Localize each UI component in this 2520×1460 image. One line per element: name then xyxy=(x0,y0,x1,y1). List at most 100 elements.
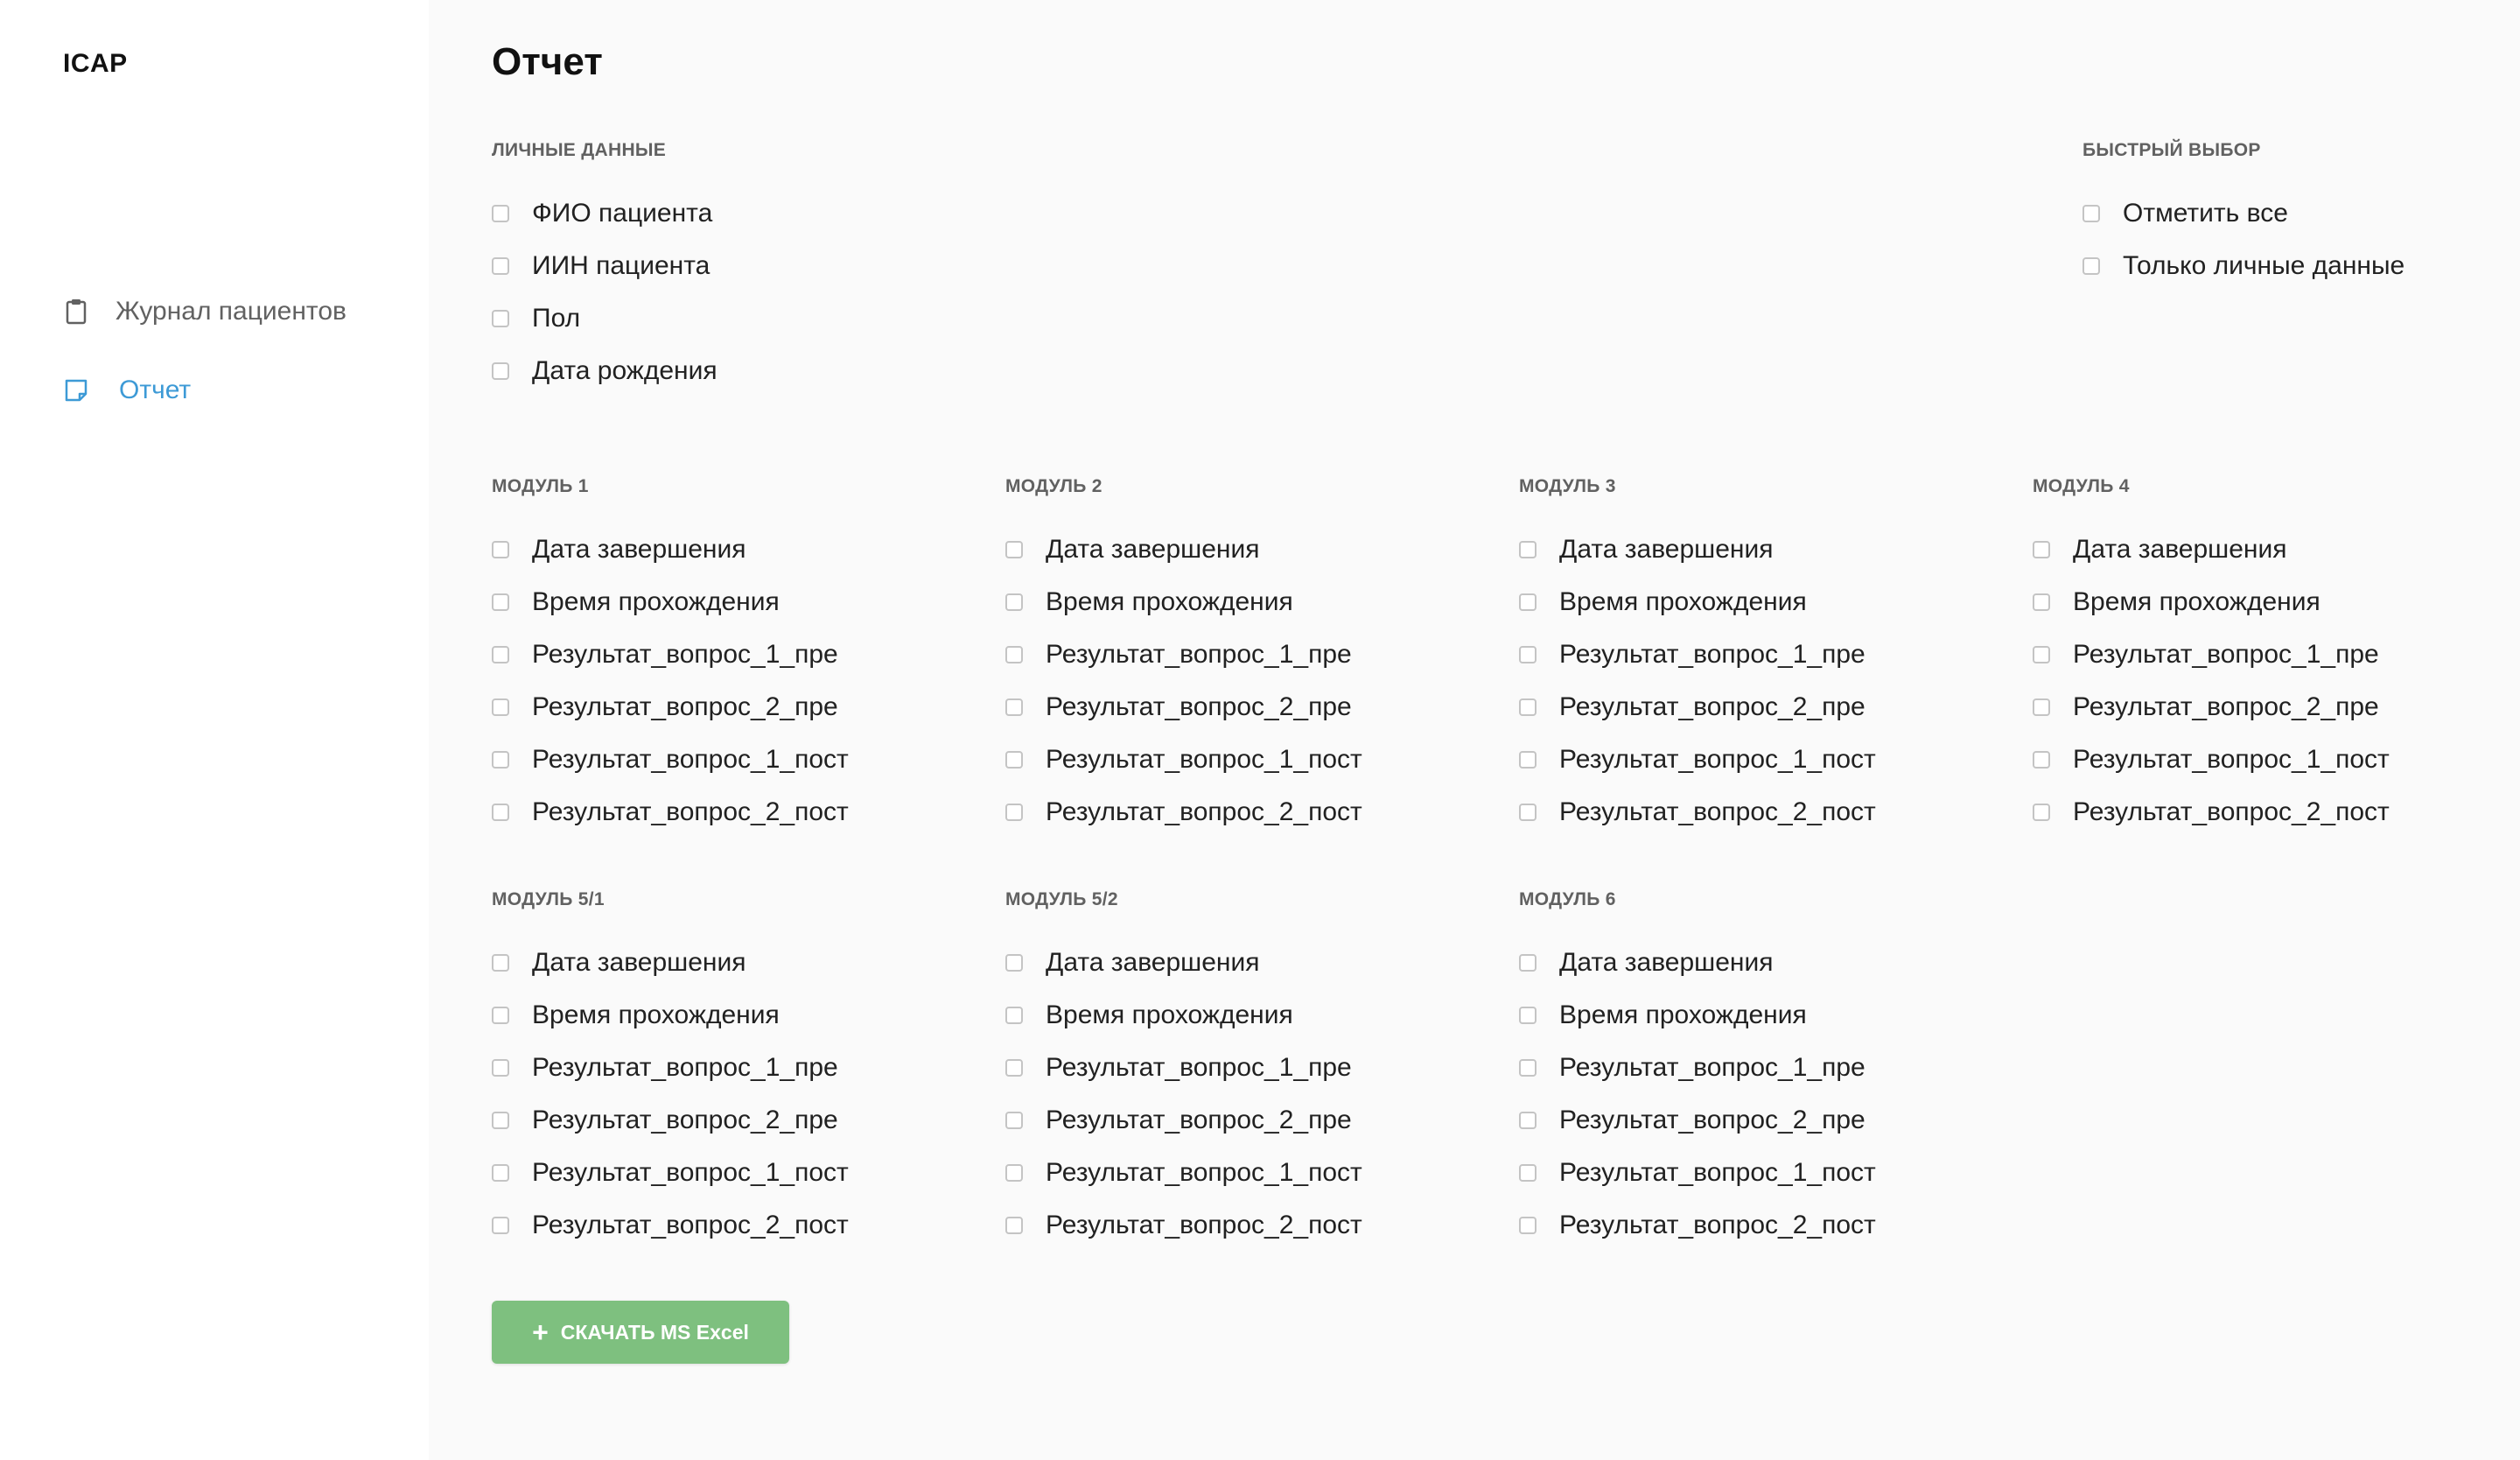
checkbox-row[interactable]: Результат_вопрос_1_пре xyxy=(492,1042,849,1094)
checkbox[interactable] xyxy=(2033,541,2050,558)
checkbox-row[interactable]: Дата завершения xyxy=(2033,523,2390,576)
checkbox[interactable] xyxy=(1005,1112,1023,1129)
checkbox-row[interactable]: Результат_вопрос_2_пост xyxy=(1005,1199,1362,1252)
checkbox[interactable] xyxy=(1519,541,1536,558)
checkbox[interactable] xyxy=(492,954,509,972)
checkbox-row[interactable]: Время прохождения xyxy=(2033,576,2390,628)
checkbox[interactable] xyxy=(492,751,509,769)
checkbox-row[interactable]: Результат_вопрос_1_пре xyxy=(1519,1042,1876,1094)
checkbox[interactable] xyxy=(1005,804,1023,821)
checkbox[interactable] xyxy=(1519,1164,1536,1182)
checkbox[interactable] xyxy=(2033,698,2050,716)
checkbox-row[interactable]: Результат_вопрос_1_пост xyxy=(1005,1147,1362,1199)
checkbox-row[interactable]: Результат_вопрос_1_пост xyxy=(2033,734,2390,786)
checkbox[interactable] xyxy=(1005,1007,1023,1024)
checkbox[interactable] xyxy=(492,1112,509,1129)
checkbox-row[interactable]: Результат_вопрос_2_пре xyxy=(1005,1094,1362,1147)
checkbox-row[interactable]: Результат_вопрос_2_пост xyxy=(492,1199,849,1252)
checkbox[interactable] xyxy=(1005,698,1023,716)
checkbox-row[interactable]: Результат_вопрос_2_пост xyxy=(1519,786,1876,839)
checkbox[interactable] xyxy=(1519,804,1536,821)
download-excel-button[interactable]: + СКАЧАТЬ MS Excel xyxy=(492,1301,789,1364)
checkbox-row[interactable]: Время прохождения xyxy=(1519,989,1876,1042)
checkbox[interactable] xyxy=(492,362,509,380)
checkbox-row[interactable]: Дата завершения xyxy=(492,523,849,576)
checkbox[interactable] xyxy=(1005,751,1023,769)
checkbox-row[interactable]: Результат_вопрос_1_пре xyxy=(1005,1042,1362,1094)
checkbox[interactable] xyxy=(1519,954,1536,972)
checkbox-row[interactable]: Дата завершения xyxy=(492,937,849,989)
checkbox[interactable] xyxy=(1519,1007,1536,1024)
checkbox-row[interactable]: Результат_вопрос_1_пост xyxy=(1519,1147,1876,1199)
checkbox[interactable] xyxy=(1519,1217,1536,1234)
checkbox[interactable] xyxy=(492,1164,509,1182)
checkbox-row[interactable]: Отметить все xyxy=(2082,187,2404,240)
checkbox-row[interactable]: Результат_вопрос_1_пост xyxy=(492,1147,849,1199)
checkbox-row[interactable]: Результат_вопрос_2_пост xyxy=(1519,1199,1876,1252)
checkbox[interactable] xyxy=(1005,1164,1023,1182)
checkbox-row[interactable]: Результат_вопрос_1_пост xyxy=(492,734,849,786)
checkbox[interactable] xyxy=(492,804,509,821)
checkbox[interactable] xyxy=(492,257,509,275)
checkbox-row[interactable]: Время прохождения xyxy=(1005,989,1362,1042)
checkbox[interactable] xyxy=(2033,593,2050,611)
checkbox[interactable] xyxy=(1005,541,1023,558)
checkbox[interactable] xyxy=(2033,751,2050,769)
checkbox-row[interactable]: Результат_вопрос_2_пре xyxy=(492,1094,849,1147)
checkbox[interactable] xyxy=(492,593,509,611)
checkbox-row[interactable]: Результат_вопрос_1_пре xyxy=(2033,628,2390,681)
checkbox[interactable] xyxy=(2033,646,2050,663)
checkbox-row[interactable]: Результат_вопрос_2_пост xyxy=(1005,786,1362,839)
checkbox[interactable] xyxy=(492,1217,509,1234)
checkbox-row[interactable]: Результат_вопрос_2_пре xyxy=(492,681,849,734)
checkbox[interactable] xyxy=(492,698,509,716)
checkbox-row[interactable]: Результат_вопрос_2_пре xyxy=(1519,1094,1876,1147)
checkbox[interactable] xyxy=(2033,804,2050,821)
checkbox[interactable] xyxy=(1519,1112,1536,1129)
checkbox[interactable] xyxy=(1005,1217,1023,1234)
checkbox[interactable] xyxy=(1005,954,1023,972)
checkbox-row[interactable]: Результат_вопрос_2_пост xyxy=(2033,786,2390,839)
checkbox-row[interactable]: Результат_вопрос_2_пост xyxy=(492,786,849,839)
checkbox[interactable] xyxy=(1519,751,1536,769)
checkbox-row[interactable]: Результат_вопрос_2_пре xyxy=(1005,681,1362,734)
checkbox-row[interactable]: Время прохождения xyxy=(1005,576,1362,628)
checkbox[interactable] xyxy=(492,1059,509,1077)
checkbox[interactable] xyxy=(2082,257,2100,275)
sidebar-item-report[interactable]: Отчет xyxy=(63,366,191,415)
checkbox-row[interactable]: Дата завершения xyxy=(1519,937,1876,989)
checkbox[interactable] xyxy=(492,310,509,327)
checkbox-row[interactable]: Результат_вопрос_2_пре xyxy=(1519,681,1876,734)
checkbox[interactable] xyxy=(2082,205,2100,222)
checkbox-row[interactable]: Результат_вопрос_1_пре xyxy=(1005,628,1362,681)
checkbox-row[interactable]: ФИО пациента xyxy=(492,187,718,240)
checkbox-row[interactable]: Дата завершения xyxy=(1519,523,1876,576)
checkbox-row[interactable]: Время прохождения xyxy=(492,989,849,1042)
checkbox-row[interactable]: ИИН пациента xyxy=(492,240,718,292)
checkbox[interactable] xyxy=(1519,698,1536,716)
checkbox[interactable] xyxy=(1519,593,1536,611)
checkbox[interactable] xyxy=(492,205,509,222)
checkbox-row[interactable]: Дата завершения xyxy=(1005,523,1362,576)
checkbox-row[interactable]: Результат_вопрос_1_пост xyxy=(1519,734,1876,786)
checkbox-row[interactable]: Результат_вопрос_1_пре xyxy=(492,628,849,681)
checkbox-row[interactable]: Пол xyxy=(492,292,718,345)
module-5-2-group: Дата завершения Время прохождения Резуль… xyxy=(1005,937,1362,1252)
checkbox[interactable] xyxy=(1005,1059,1023,1077)
checkbox[interactable] xyxy=(492,541,509,558)
checkbox-row[interactable]: Результат_вопрос_1_пре xyxy=(1519,628,1876,681)
checkbox-row[interactable]: Результат_вопрос_1_пост xyxy=(1005,734,1362,786)
checkbox[interactable] xyxy=(1005,593,1023,611)
sidebar-item-patient-journal[interactable]: Журнал пациентов xyxy=(63,287,346,336)
checkbox[interactable] xyxy=(1005,646,1023,663)
checkbox-row[interactable]: Дата завершения xyxy=(1005,937,1362,989)
checkbox[interactable] xyxy=(1519,1059,1536,1077)
checkbox-row[interactable]: Результат_вопрос_2_пре xyxy=(2033,681,2390,734)
checkbox[interactable] xyxy=(1519,646,1536,663)
checkbox-row[interactable]: Дата рождения xyxy=(492,345,718,397)
checkbox[interactable] xyxy=(492,1007,509,1024)
checkbox-row[interactable]: Время прохождения xyxy=(1519,576,1876,628)
checkbox-row[interactable]: Время прохождения xyxy=(492,576,849,628)
checkbox[interactable] xyxy=(492,646,509,663)
checkbox-row[interactable]: Только личные данные xyxy=(2082,240,2404,292)
